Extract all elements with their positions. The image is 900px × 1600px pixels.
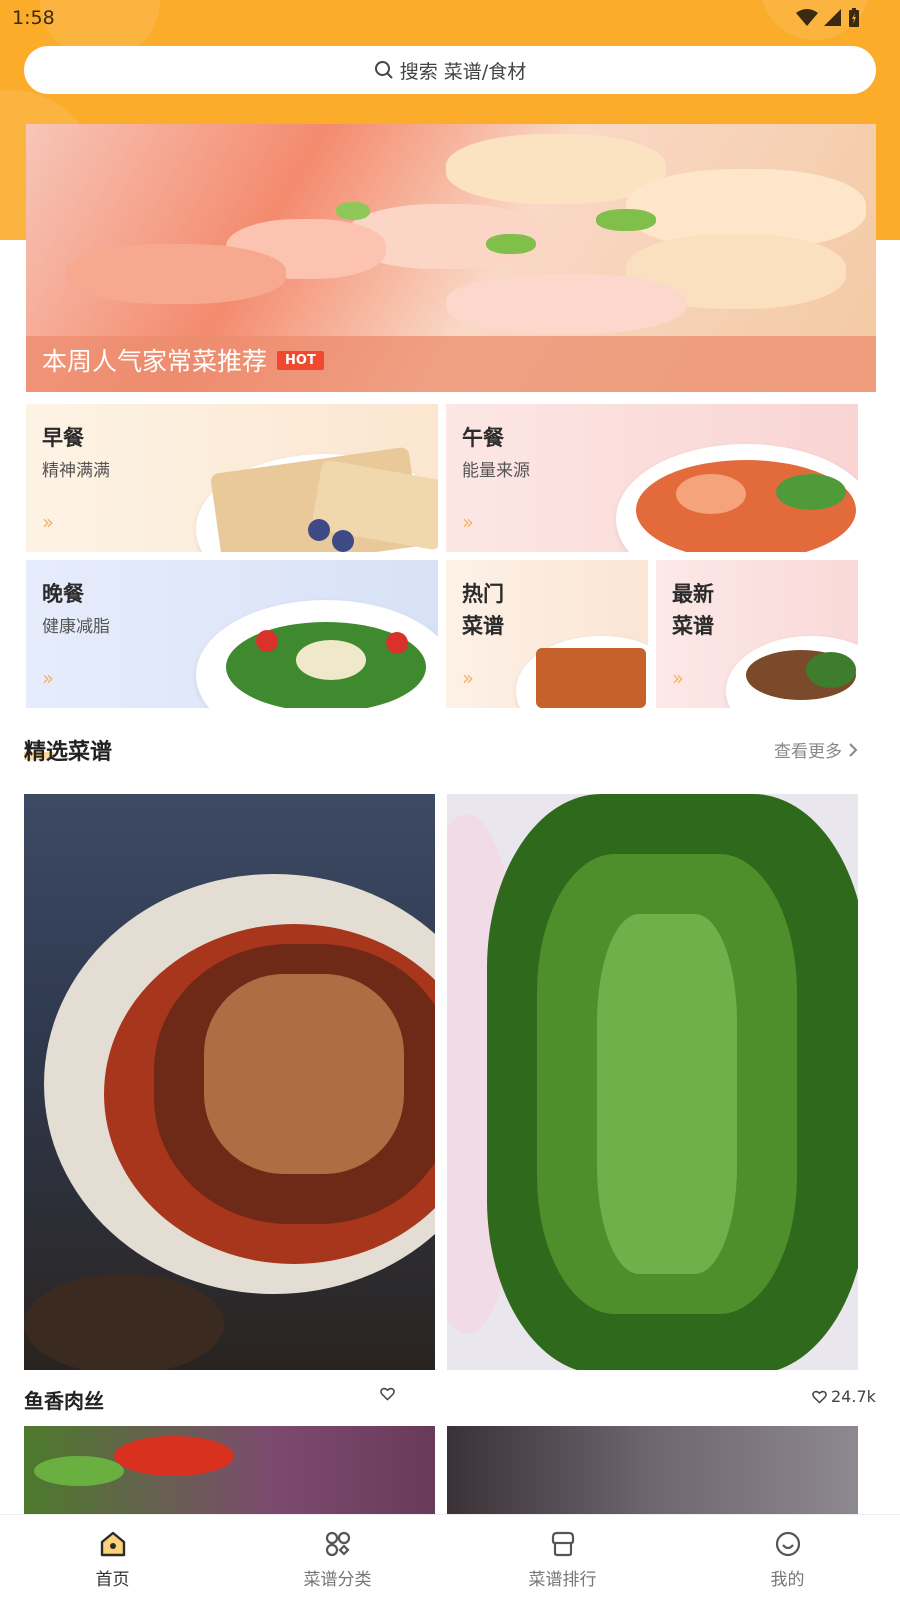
card-title: 早餐 [42,426,84,450]
double-chevron-icon: ›› [42,510,54,534]
heart-icon [812,1390,827,1404]
search-bar[interactable]: 搜索 菜谱/食材 [24,46,876,94]
card-title: 午餐 [462,426,504,450]
like-count-value: 24.7k [831,1387,876,1406]
meal-card-breakfast[interactable]: 早餐 精神满满 ›› [26,404,438,552]
double-chevron-icon: ›› [672,666,684,690]
status-icons [796,8,860,28]
bottom-nav: 首页 菜谱分类 菜谱排行 我的 [0,1514,900,1600]
card-subtitle: 健康减脂 [42,617,110,637]
signal-icon [824,9,841,26]
view-more-link[interactable]: 查看更多 [774,737,858,762]
card-title: 热门 菜谱 [462,582,504,638]
search-icon [374,61,393,79]
nav-ranking[interactable]: 菜谱排行 [450,1515,675,1600]
heart-icon [380,1387,395,1401]
chevron-right-icon [849,742,858,757]
card-subtitle: 精神满满 [42,461,110,481]
nav-label: 首页 [95,1570,130,1590]
recipe-image-3[interactable] [24,1426,435,1514]
double-chevron-icon: ›› [462,510,474,534]
nav-label: 菜谱分类 [303,1570,372,1590]
view-more-label: 查看更多 [774,742,842,762]
nav-label: 菜谱排行 [528,1570,597,1590]
section-title: 精选菜谱 [24,740,113,765]
like-count-2[interactable]: 24.7k [812,1387,876,1406]
status-time: 1:58 [12,7,55,29]
home-icon [100,1531,125,1557]
nav-category[interactable]: 菜谱分类 [225,1515,450,1600]
nav-label: 我的 [770,1570,805,1590]
like-count-1[interactable] [380,1387,399,1401]
search-placeholder: 搜索 菜谱/食材 [399,60,527,83]
double-chevron-icon: ›› [42,666,54,690]
wifi-icon [796,9,818,26]
card-title: 晚餐 [42,582,84,606]
recipe-image-2[interactable] [447,794,858,1370]
meal-card-lunch[interactable]: 午餐 能量来源 ›› [446,404,858,552]
nav-profile[interactable]: 我的 [675,1515,900,1600]
card-new-recipes[interactable]: 最新 菜谱 ›› [656,560,858,708]
profile-icon [775,1531,800,1557]
card-subtitle: 能量来源 [462,461,530,481]
status-bar: 1:58 [0,0,900,38]
double-chevron-icon: ›› [462,666,474,690]
category-icon [325,1531,350,1557]
nav-home[interactable]: 首页 [0,1515,225,1600]
card-title: 最新 菜谱 [672,582,714,638]
recipe-image-1[interactable] [24,794,435,1370]
hot-badge: HOT [277,350,324,370]
hero-title: 本周人气家常菜推荐 [42,347,268,376]
hero-caption: 本周人气家常菜推荐 HOT [42,342,324,378]
ranking-icon [551,1531,574,1557]
card-hot-recipes[interactable]: 热门 菜谱 ›› [446,560,648,708]
recipe-name-1: 鱼香肉丝 [24,1389,104,1413]
meal-card-dinner[interactable]: 晚餐 健康减脂 ›› [26,560,438,708]
recipe-image-4[interactable] [447,1426,858,1514]
hero-banner[interactable]: 本周人气家常菜推荐 HOT [26,124,876,392]
battery-icon [849,8,859,27]
